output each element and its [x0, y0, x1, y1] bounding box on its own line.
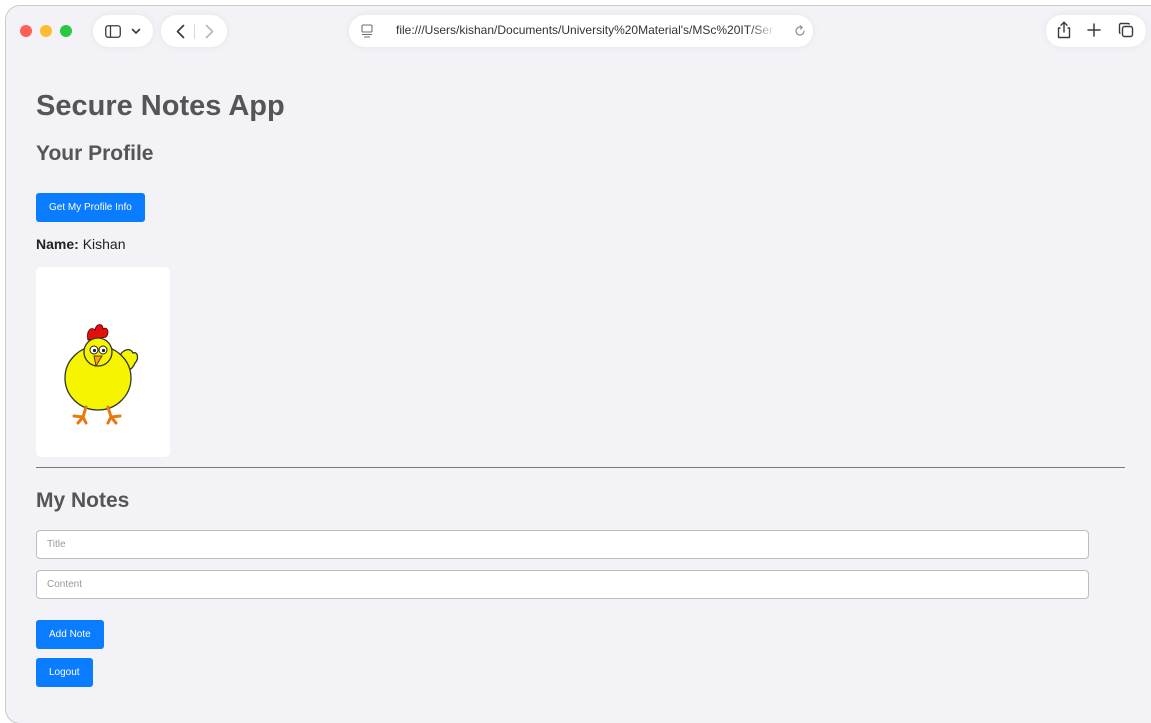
app-title: Secure Notes App — [36, 90, 285, 122]
add-note-button[interactable]: Add Note — [36, 620, 104, 649]
logout-button[interactable]: Logout — [36, 658, 93, 687]
sidebar-icon[interactable] — [104, 23, 122, 39]
chevron-down-icon[interactable] — [130, 24, 142, 38]
sidebar-toggle-group — [93, 15, 153, 47]
avatar — [36, 267, 170, 457]
profile-heading: Your Profile — [36, 142, 154, 165]
minimize-window-button[interactable] — [40, 25, 52, 37]
forward-icon[interactable] — [201, 22, 217, 40]
name-label: Name: — [36, 236, 79, 252]
address-url[interactable]: file:///Users/kishan/Documents/Universit… — [396, 23, 776, 37]
name-value: Kishan — [82, 236, 126, 252]
get-profile-button[interactable]: Get My Profile Info — [36, 193, 145, 222]
share-icon[interactable] — [1055, 20, 1073, 40]
notes-heading: My Notes — [36, 489, 130, 512]
browser-toolbar: file:///Users/kishan/Documents/Universit… — [6, 6, 1151, 60]
zoom-window-button[interactable] — [60, 25, 72, 37]
note-title-input[interactable] — [36, 530, 1089, 559]
reload-icon[interactable] — [793, 24, 807, 38]
nav-divider — [194, 24, 195, 39]
browser-window: file:///Users/kishan/Documents/Universit… — [6, 6, 1151, 723]
close-window-button[interactable] — [20, 25, 32, 37]
section-divider — [36, 467, 1125, 468]
chicken-avatar-image — [64, 324, 139, 425]
tab-overview-icon[interactable] — [1117, 21, 1135, 39]
profile-name: Name: Kishan — [36, 236, 126, 252]
note-content-input[interactable] — [36, 570, 1089, 599]
back-icon[interactable] — [172, 22, 188, 40]
page-icon[interactable] — [360, 23, 374, 39]
new-tab-icon[interactable] — [1086, 22, 1102, 38]
